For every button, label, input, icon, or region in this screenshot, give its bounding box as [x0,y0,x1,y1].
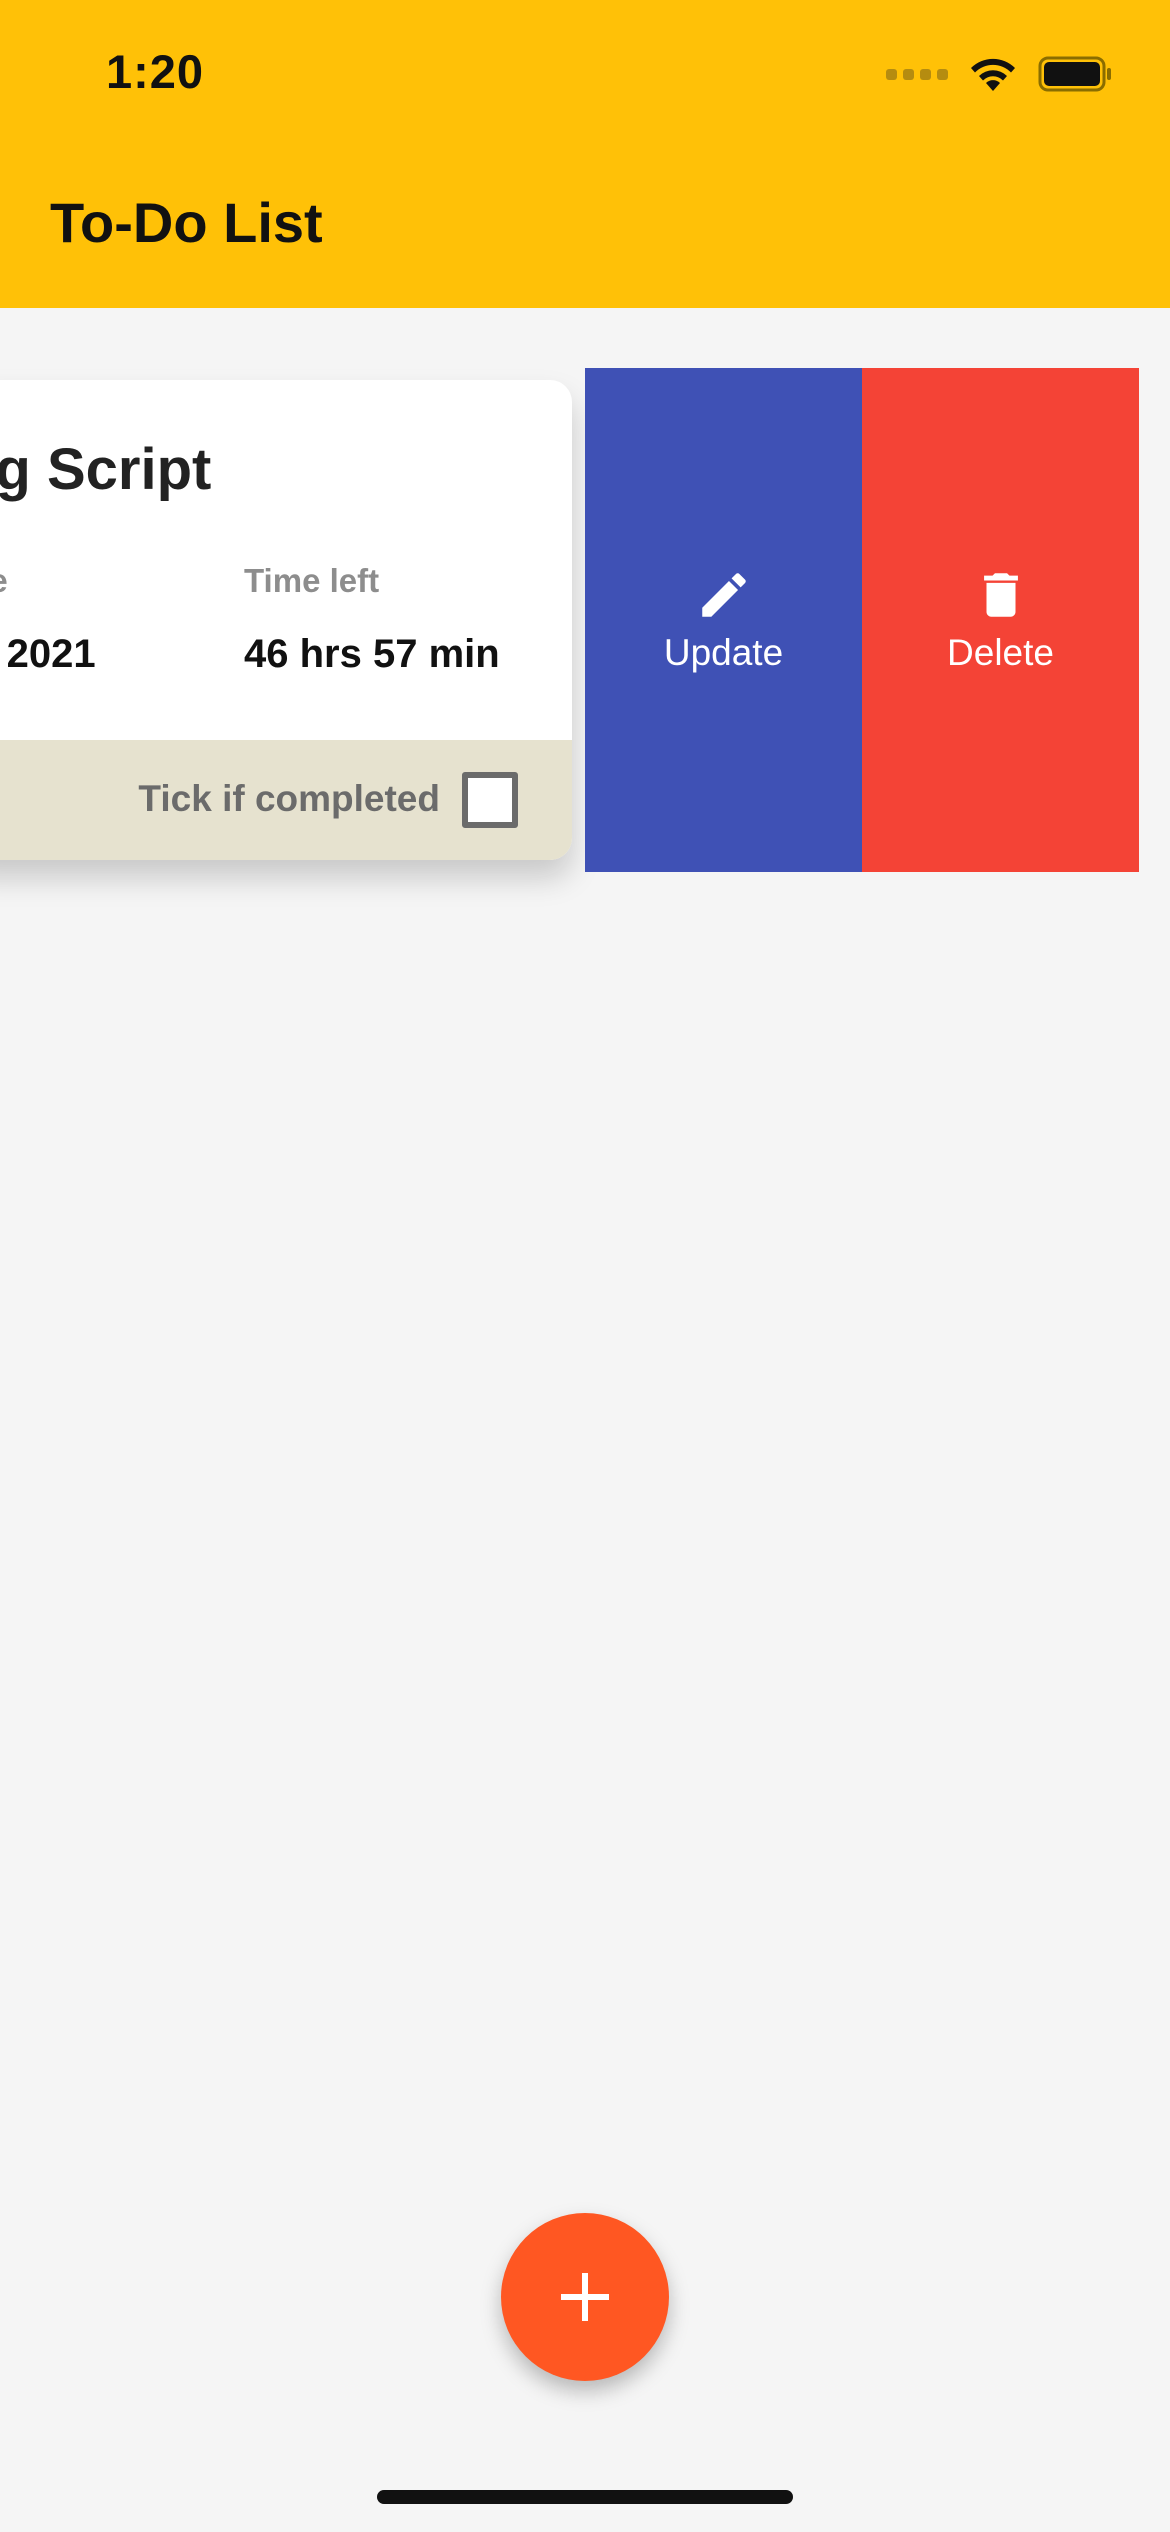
date-value: ct 2021 [0,632,96,676]
plus-icon [561,2273,609,2321]
card-footer: Tick if completed [0,740,572,860]
time-left-value: 46 hrs 57 min [244,632,500,676]
date-label: ate [0,562,8,600]
time-left-label: Time left [244,562,380,599]
status-icons [886,52,1114,96]
update-label: Update [663,632,784,673]
home-indicator [377,2490,793,2504]
add-task-button[interactable] [501,2213,669,2381]
task-title: ng Script [0,437,212,502]
signal-icon [886,68,948,80]
trash-icon [983,573,1018,617]
wifi-icon [971,58,1015,91]
delete-button[interactable]: Delete [862,368,1139,872]
task-card[interactable]: ng Script ate Time left ct 2021 46 hrs 5… [0,380,572,860]
tick-label: Tick if completed [138,778,440,819]
completed-checkbox[interactable] [462,772,518,828]
app-bar: 1:20 To-Do List [0,0,1170,308]
pencil-icon [701,573,746,617]
page-title: To-Do List [50,191,323,254]
battery-icon [1038,56,1111,92]
update-button[interactable]: Update [585,368,862,872]
status-time: 1:20 [106,45,205,98]
delete-label: Delete [947,632,1054,673]
